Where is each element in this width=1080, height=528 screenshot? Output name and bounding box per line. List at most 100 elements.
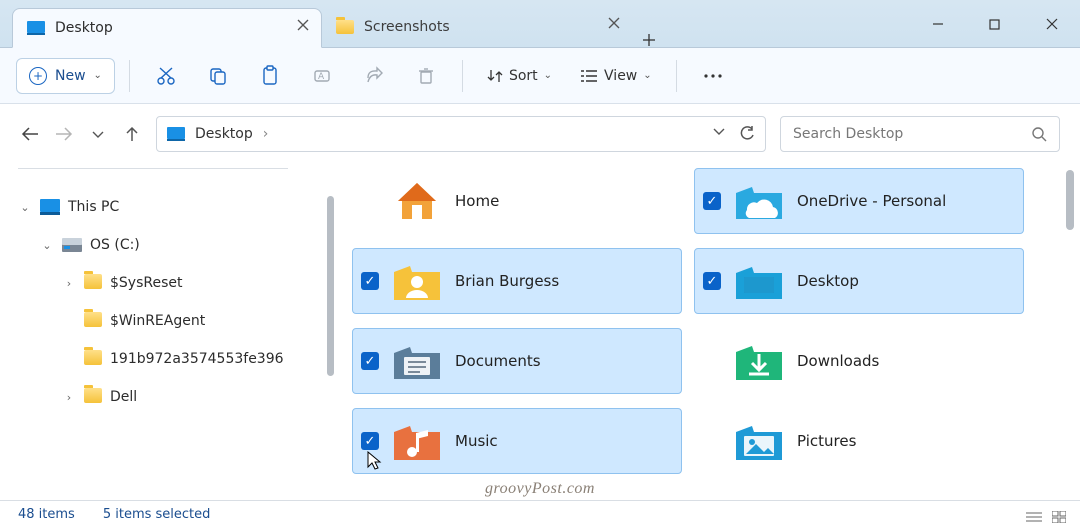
selected-count: 5 items selected xyxy=(103,507,211,522)
checkbox-icon[interactable]: ✓ xyxy=(703,272,721,290)
item-label: Downloads xyxy=(797,352,879,370)
content-item[interactable]: ✓OneDrive - Personal xyxy=(694,168,1024,234)
tree-twisty[interactable]: › xyxy=(62,391,76,404)
tree-twisty[interactable]: ⌄ xyxy=(18,201,32,214)
delete-button[interactable] xyxy=(404,58,448,94)
tree-item[interactable]: ⌄This PC xyxy=(14,188,314,226)
clipboard-icon xyxy=(260,65,280,87)
maximize-button[interactable] xyxy=(972,8,1018,40)
close-icon[interactable] xyxy=(297,19,309,31)
item-label: Pictures xyxy=(797,432,856,450)
separator xyxy=(462,60,463,92)
desktop-icon xyxy=(27,21,45,35)
item-label: Desktop xyxy=(797,272,859,290)
share-button[interactable] xyxy=(352,58,396,94)
tab-label: Screenshots xyxy=(364,19,450,35)
desktop-f-icon xyxy=(733,259,785,303)
up-button[interactable] xyxy=(122,126,142,142)
tree-item[interactable]: 191b972a3574553fe396 xyxy=(14,340,314,378)
paste-button[interactable] xyxy=(248,58,292,94)
sidebar-scrollbar[interactable] xyxy=(320,164,342,500)
sort-icon xyxy=(487,68,503,84)
folder-icon xyxy=(84,312,102,331)
separator xyxy=(676,60,677,92)
breadcrumb[interactable]: Desktop › xyxy=(156,116,766,152)
folder-icon xyxy=(84,388,102,407)
content-item[interactable]: ✓Brian Burgess xyxy=(352,248,682,314)
home-icon xyxy=(391,179,443,223)
search-icon xyxy=(1031,126,1047,142)
search-input[interactable]: Search Desktop xyxy=(780,116,1060,152)
close-icon[interactable] xyxy=(608,17,620,29)
new-label: New xyxy=(55,68,86,84)
svg-text:A: A xyxy=(318,72,325,82)
tree-item[interactable]: ›$SysReset xyxy=(14,264,314,302)
checkbox-icon[interactable]: ✓ xyxy=(361,272,379,290)
checkbox-icon[interactable]: ✓ xyxy=(703,192,721,210)
user-icon xyxy=(391,259,443,303)
checkbox-icon[interactable]: ✓ xyxy=(361,432,379,450)
recent-locations-button[interactable] xyxy=(88,129,108,139)
body: ⌄This PC⌄OS (C:)›$SysReset $WinREAgent 191… xyxy=(0,164,1080,500)
content-item[interactable]: ✓Home xyxy=(352,168,682,234)
new-button[interactable]: + New ⌄ xyxy=(16,58,115,94)
sort-button[interactable]: Sort ⌄ xyxy=(477,58,562,94)
item-label: Music xyxy=(455,432,498,450)
copy-icon xyxy=(208,66,228,86)
minimize-button[interactable] xyxy=(915,8,961,40)
chevron-down-icon[interactable] xyxy=(713,126,725,142)
content-item[interactable]: ✓ Desktop xyxy=(694,248,1024,314)
scissors-icon xyxy=(156,66,176,86)
share-icon xyxy=(364,66,384,86)
tree-item[interactable]: $WinREAgent xyxy=(14,302,314,340)
item-label: Home xyxy=(455,192,499,210)
tree-item[interactable]: ⌄OS (C:) xyxy=(14,226,314,264)
copy-button[interactable] xyxy=(196,58,240,94)
thumbnails-view-button[interactable] xyxy=(1052,511,1066,523)
pictures-icon xyxy=(733,419,785,463)
separator xyxy=(129,60,130,92)
item-label: Documents xyxy=(455,352,541,370)
desktop-icon xyxy=(167,127,185,141)
details-view-button[interactable] xyxy=(1026,511,1042,523)
cursor-icon xyxy=(367,451,383,471)
view-label: View xyxy=(604,68,637,84)
content-item[interactable]: ✓Pictures xyxy=(694,408,1024,474)
tree-item-label: $WinREAgent xyxy=(110,313,205,329)
window-controls xyxy=(910,0,1080,48)
ellipsis-icon xyxy=(703,73,723,79)
breadcrumb-segment[interactable]: Desktop xyxy=(195,126,253,142)
refresh-button[interactable] xyxy=(739,126,755,142)
item-count: 48 items xyxy=(18,507,75,522)
checkbox-icon[interactable]: ✓ xyxy=(361,352,379,370)
tree-twisty[interactable]: ⌄ xyxy=(40,239,54,252)
sort-label: Sort xyxy=(509,68,538,84)
tab-desktop[interactable]: Desktop xyxy=(12,8,322,48)
folder-icon xyxy=(84,274,102,293)
content-item[interactable]: ✓ Documents xyxy=(352,328,682,394)
downloads-icon xyxy=(733,339,785,383)
close-window-button[interactable] xyxy=(1029,8,1075,40)
tree-item[interactable]: ›Dell xyxy=(14,378,314,416)
tab-screenshots[interactable]: Screenshots xyxy=(322,7,632,47)
add-tab-button[interactable] xyxy=(632,33,666,47)
navigation-row: Desktop › Search Desktop xyxy=(0,104,1080,164)
more-button[interactable] xyxy=(691,58,735,94)
view-button[interactable]: View ⌄ xyxy=(570,58,662,94)
navigation-pane[interactable]: ⌄This PC⌄OS (C:)›$SysReset $WinREAgent 191… xyxy=(0,164,320,500)
content-scrollbar[interactable] xyxy=(1066,170,1074,230)
status-bar: 48 items 5 items selected xyxy=(0,500,1080,528)
cut-button[interactable] xyxy=(144,58,188,94)
content-item[interactable]: ✓Downloads xyxy=(694,328,1024,394)
forward-button[interactable] xyxy=(54,127,74,141)
rename-button[interactable]: A xyxy=(300,58,344,94)
search-placeholder: Search Desktop xyxy=(793,126,903,142)
chevron-down-icon: ⌄ xyxy=(643,70,651,81)
back-button[interactable] xyxy=(20,127,40,141)
tree-twisty[interactable]: › xyxy=(62,277,76,290)
tab-label: Desktop xyxy=(55,20,113,36)
content-item[interactable]: ✓ Music xyxy=(352,408,682,474)
trash-icon xyxy=(416,66,436,86)
plus-circle-icon: + xyxy=(29,67,47,85)
content-pane[interactable]: ✓Home✓OneDrive - Personal✓Brian Burgess✓… xyxy=(342,164,1080,500)
